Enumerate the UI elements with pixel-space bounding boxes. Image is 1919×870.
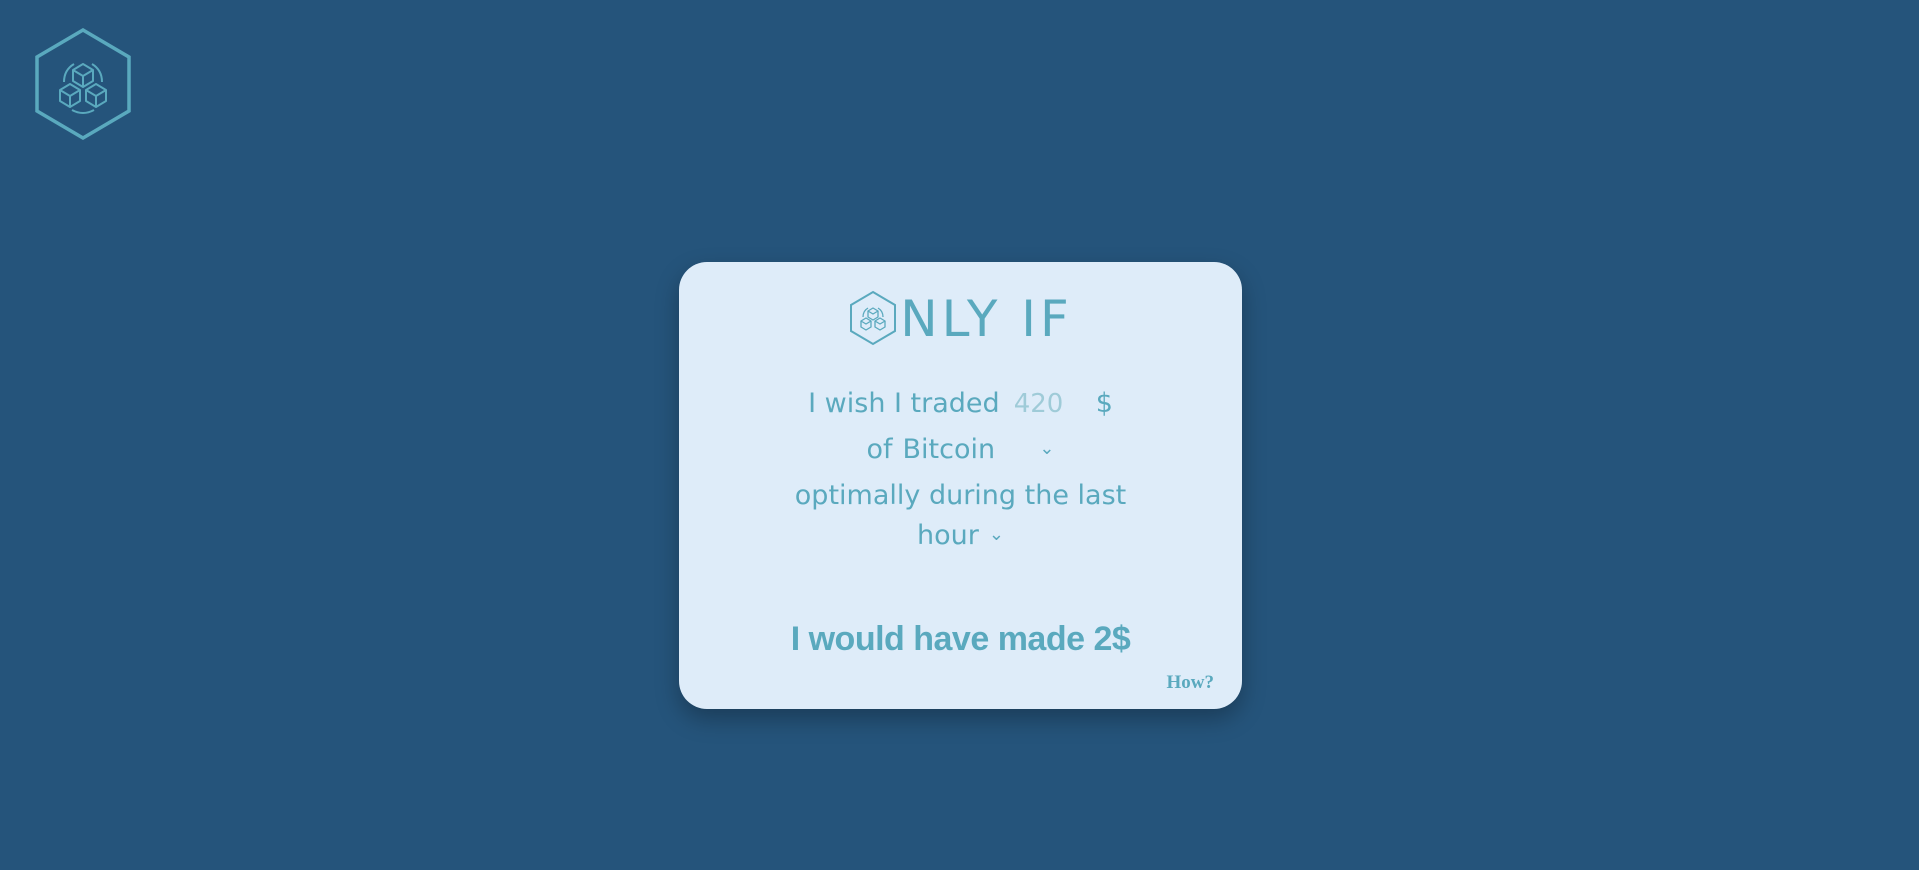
- chevron-down-icon: ⌄: [988, 524, 1004, 545]
- sentence-line-period-text: optimally during the last: [794, 480, 1127, 511]
- currency-symbol: $: [1095, 388, 1113, 419]
- brand-header: NLY IF: [679, 290, 1242, 346]
- amount-input[interactable]: 420: [1014, 389, 1104, 419]
- sentence-line-crypto: of Bitcoin ⌄: [679, 434, 1242, 465]
- of-label: of: [866, 434, 893, 465]
- crypto-selected-value: Bitcoin: [902, 434, 996, 465]
- crypto-select[interactable]: Bitcoin ⌄: [903, 434, 1055, 465]
- prefix-label: I wish I traded: [808, 388, 1000, 419]
- sentence-line-amount: I wish I traded 420 $: [679, 388, 1242, 419]
- hexagon-cubes-icon[interactable]: [34, 28, 132, 140]
- calculator-card: NLY IF I wish I traded 420 $ of Bitcoin ⌄ op…: [679, 262, 1242, 709]
- result-text: I would have made 2$: [790, 620, 1131, 658]
- period-selected-value: hour: [917, 520, 979, 551]
- how-link[interactable]: How?: [1167, 672, 1215, 694]
- brand-title: NLY IF: [900, 290, 1073, 348]
- chevron-down-icon: ⌄: [1039, 438, 1055, 459]
- hexagon-cubes-icon: [850, 290, 897, 346]
- period-select[interactable]: hour ⌄: [679, 520, 1242, 551]
